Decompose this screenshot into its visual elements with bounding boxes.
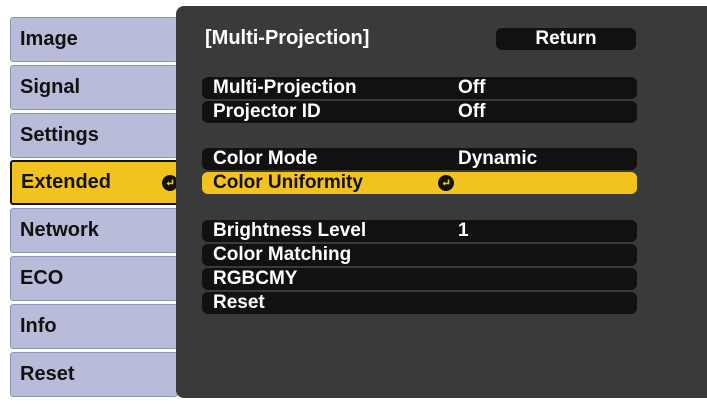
- tab-label: Reset: [20, 363, 75, 385]
- tab-label: Settings: [20, 124, 99, 146]
- tab-label: Extended: [21, 171, 112, 193]
- tab-signal[interactable]: Signal: [10, 65, 178, 110]
- menu-row-projector-id[interactable]: Projector ID Off: [202, 101, 637, 123]
- menu-row-brightness-level[interactable]: Brightness Level 1: [202, 220, 637, 242]
- row-label: Brightness Level: [213, 220, 367, 241]
- tab-label: Signal: [20, 76, 81, 98]
- row-value: Off: [458, 77, 486, 98]
- tab-label: Network: [20, 219, 99, 241]
- row-label: Multi-Projection: [213, 77, 357, 98]
- menu-row-reset[interactable]: Reset: [202, 292, 637, 314]
- enter-icon: [438, 175, 454, 191]
- tab-network[interactable]: Network: [10, 208, 178, 253]
- tab-reset[interactable]: Reset: [10, 352, 178, 397]
- menu-row-color-matching[interactable]: Color Matching: [202, 244, 637, 266]
- menu-tabs: Image Signal Settings Extended Network E…: [0, 0, 190, 404]
- tab-info[interactable]: Info: [10, 304, 178, 349]
- tab-label: Info: [20, 315, 57, 337]
- tab-label: ECO: [20, 267, 64, 289]
- page-title: [Multi-Projection]: [205, 27, 370, 49]
- tab-image[interactable]: Image: [10, 17, 178, 62]
- settings-panel: [176, 6, 707, 398]
- row-label: Color Mode: [213, 148, 318, 169]
- row-label: Color Matching: [213, 244, 352, 265]
- row-value: Off: [458, 101, 486, 122]
- tab-extended[interactable]: Extended: [10, 160, 190, 205]
- menu-row-color-uniformity[interactable]: Color Uniformity: [202, 172, 637, 194]
- row-value: Dynamic: [458, 148, 538, 169]
- row-label: Color Uniformity: [213, 172, 363, 193]
- row-label: Projector ID: [213, 101, 321, 122]
- row-value: 1: [458, 220, 469, 241]
- row-label: Reset: [213, 292, 265, 313]
- settings-group-adjustment: Brightness Level 1 Color Matching RGBCMY…: [202, 220, 637, 316]
- tab-label: Image: [20, 28, 78, 50]
- settings-group-projection: Multi-Projection Off Projector ID Off: [202, 77, 637, 125]
- return-button[interactable]: Return: [496, 28, 636, 50]
- tab-eco[interactable]: ECO: [10, 256, 178, 301]
- menu-row-color-mode[interactable]: Color Mode Dynamic: [202, 148, 637, 170]
- menu-row-rgbcmy[interactable]: RGBCMY: [202, 268, 637, 290]
- tab-settings[interactable]: Settings: [10, 113, 178, 158]
- menu-row-multi-projection[interactable]: Multi-Projection Off: [202, 77, 637, 99]
- settings-group-color: Color Mode Dynamic Color Uniformity: [202, 148, 637, 196]
- row-label: RGBCMY: [213, 268, 298, 289]
